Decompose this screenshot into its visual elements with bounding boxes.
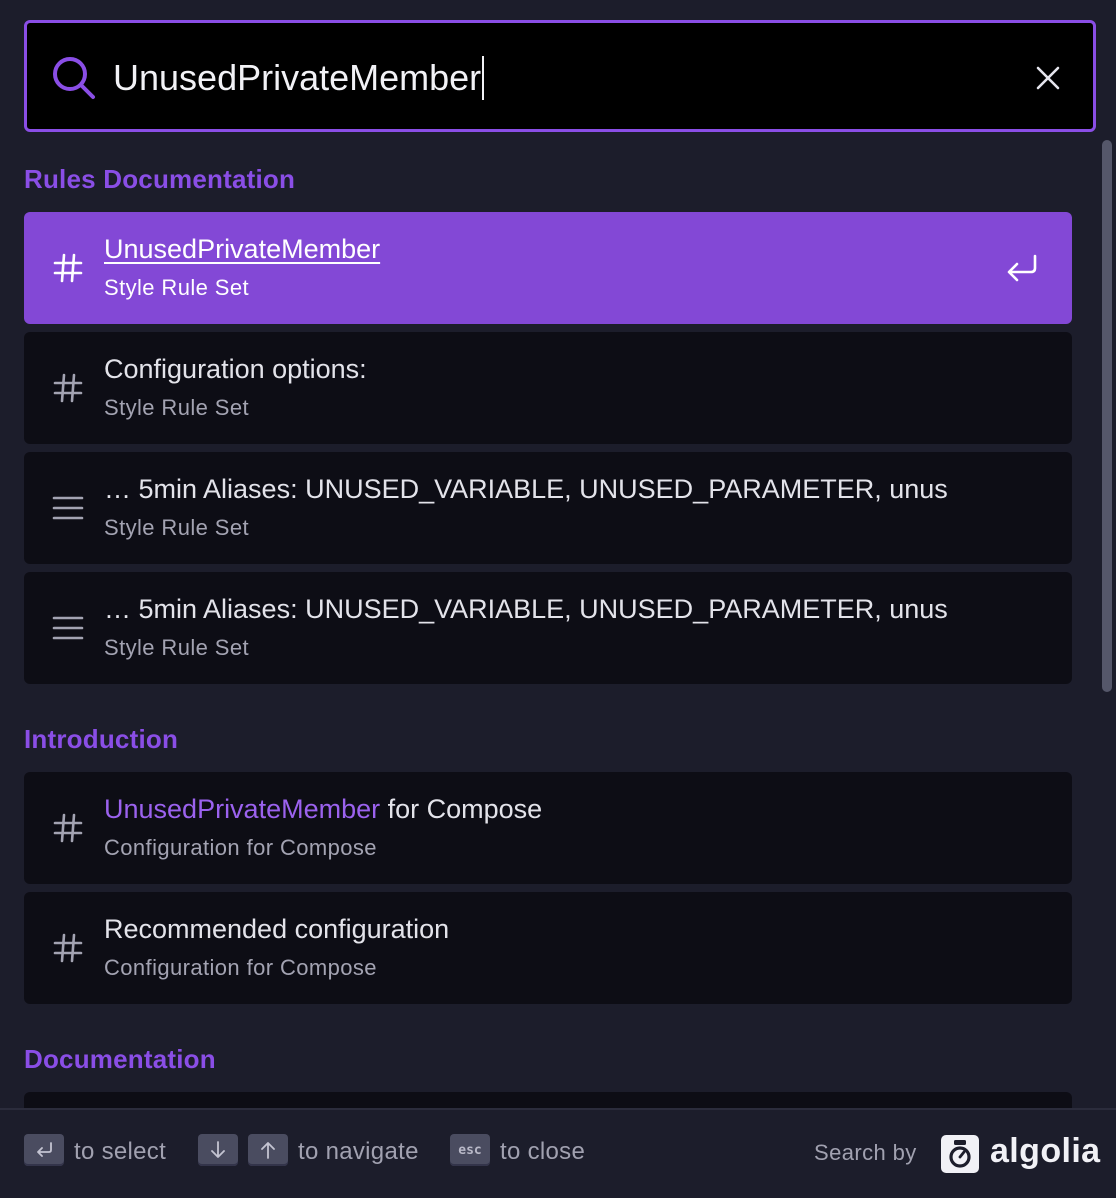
hit-title: Recommended configuration xyxy=(104,914,450,944)
text-lines-icon xyxy=(52,616,84,640)
search-footer: to select to navigate esc to close Searc… xyxy=(0,1108,1116,1198)
hit-item[interactable]: Configuration options: Style Rule Set xyxy=(24,332,1072,444)
hit-title: UnusedPrivateMember for Compose xyxy=(104,794,988,825)
arrow-up-icon xyxy=(261,1142,275,1159)
hit-title-rest: for Compose xyxy=(380,794,543,824)
search-query: UnusedPrivateMember xyxy=(113,57,482,98)
enter-key xyxy=(24,1134,64,1166)
esc-key: esc xyxy=(450,1134,490,1166)
results-dropdown[interactable]: Rules Documentation UnusedPrivateMember … xyxy=(0,140,1116,1108)
search-by-label: Search by xyxy=(814,1140,917,1165)
search-input[interactable]: UnusedPrivateMember xyxy=(113,53,993,103)
close-icon[interactable] xyxy=(1033,63,1063,93)
arrow-down-key xyxy=(198,1134,238,1166)
hit-item[interactable]: … 5min Aliases: UNUSED_VARIABLE, UNUSED_… xyxy=(24,572,1072,684)
search-modal: UnusedPrivateMember Rules Documentation … xyxy=(0,0,1116,1198)
hash-icon xyxy=(53,253,83,283)
section-title: Documentation xyxy=(24,1044,216,1074)
hit-item[interactable]: UnusedPrivateMember for Compose Configur… xyxy=(24,772,1072,884)
hit-title: … 5min Aliases: UNUSED_VARIABLE, UNUSED_… xyxy=(104,474,948,504)
hit-item[interactable]: … 5min Aliases: UNUSED_VARIABLE, UNUSED_… xyxy=(24,452,1072,564)
hash-icon xyxy=(53,813,83,843)
hit-title: Configuration options: xyxy=(104,354,367,384)
hit-subtitle: Configuration for Compose xyxy=(104,835,377,860)
algolia-logo-icon[interactable] xyxy=(940,1134,980,1174)
hit-subtitle: Configuration for Compose xyxy=(104,955,377,980)
section-title: Introduction xyxy=(24,724,179,754)
scrollbar[interactable] xyxy=(1102,140,1112,692)
hit-item[interactable] xyxy=(24,1092,1072,1108)
arrow-up-key xyxy=(248,1134,288,1166)
text-caret xyxy=(482,56,485,100)
enter-icon xyxy=(37,1142,52,1157)
hit-item[interactable]: UnusedPrivateMember Style Rule Set xyxy=(24,212,1072,324)
hit-title: … 5min Aliases: UNUSED_VARIABLE, UNUSED_… xyxy=(104,594,948,624)
text-lines-icon xyxy=(52,496,84,520)
esc-key-label: esc xyxy=(458,1142,482,1158)
hit-title: UnusedPrivateMember xyxy=(104,234,381,264)
hit-subtitle: Style Rule Set xyxy=(104,395,250,420)
section-title: Rules Documentation xyxy=(24,164,296,194)
arrow-down-icon xyxy=(211,1141,225,1158)
hit-subtitle: Style Rule Set xyxy=(104,635,250,660)
hash-icon xyxy=(53,933,83,963)
hit-item[interactable]: Recommended configuration Configuration … xyxy=(24,892,1072,1004)
algolia-wordmark[interactable]: algolia xyxy=(990,1132,1101,1171)
hit-subtitle: Style Rule Set xyxy=(104,515,250,540)
enter-icon xyxy=(1007,254,1037,282)
hit-title-highlight: UnusedPrivateMember xyxy=(104,794,381,824)
search-icon xyxy=(53,57,95,99)
close-hint: to close xyxy=(500,1138,586,1165)
hash-icon xyxy=(53,373,83,403)
hit-subtitle: Style Rule Set xyxy=(104,275,250,300)
navigate-hint: to navigate xyxy=(298,1138,419,1165)
select-hint: to select xyxy=(74,1138,167,1165)
search-form: UnusedPrivateMember xyxy=(24,20,1096,132)
